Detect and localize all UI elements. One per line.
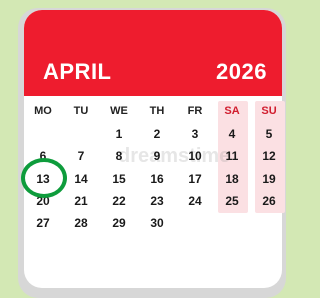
day-cell-7[interactable]: 7 <box>69 149 93 163</box>
calendar-header: APRIL 2026 <box>24 10 282 96</box>
day-cell-24[interactable]: 24 <box>183 194 207 208</box>
day-cell-19[interactable]: 19 <box>257 172 281 186</box>
day-cell-26[interactable]: 26 <box>257 194 281 208</box>
day-cell-2[interactable]: 2 <box>145 127 169 141</box>
day-cell-8[interactable]: 8 <box>107 149 131 163</box>
highlight-circle <box>21 158 67 198</box>
day-cell-27[interactable]: 27 <box>31 216 55 230</box>
weekday-header-th: TH <box>149 105 165 117</box>
day-cell-5[interactable]: 5 <box>257 127 281 141</box>
day-cell-10[interactable]: 10 <box>183 149 207 163</box>
day-cell-3[interactable]: 3 <box>183 127 207 141</box>
weekday-header-we: WE <box>110 105 128 117</box>
weekday-header-fr: FR <box>187 105 203 117</box>
day-cell-25[interactable]: 25 <box>220 194 244 208</box>
day-cell-30[interactable]: 30 <box>145 216 169 230</box>
day-cell-4[interactable]: 4 <box>220 127 244 141</box>
day-cell-14[interactable]: 14 <box>69 172 93 186</box>
day-cell-17[interactable]: 17 <box>183 172 207 186</box>
day-cell-11[interactable]: 11 <box>220 149 244 163</box>
weekday-header-tu: TU <box>73 105 89 117</box>
month-label: APRIL <box>43 59 112 84</box>
watermark: dreamstime <box>118 145 231 167</box>
day-cell-21[interactable]: 21 <box>69 194 93 208</box>
day-cell-23[interactable]: 23 <box>145 194 169 208</box>
day-cell-9[interactable]: 9 <box>145 149 169 163</box>
year-label: 2026 <box>216 59 267 84</box>
day-cell-12[interactable]: 12 <box>257 149 281 163</box>
day-cell-15[interactable]: 15 <box>107 172 131 186</box>
weekday-header-mo: MO <box>34 105 52 117</box>
day-cell-22[interactable]: 22 <box>107 194 131 208</box>
day-cell-18[interactable]: 18 <box>220 172 244 186</box>
day-cell-29[interactable]: 29 <box>107 216 131 230</box>
day-cell-28[interactable]: 28 <box>69 216 93 230</box>
weekday-header-sa: SA <box>224 105 240 117</box>
weekday-header-su: SU <box>261 105 277 117</box>
day-cell-1[interactable]: 1 <box>107 127 131 141</box>
day-cell-16[interactable]: 16 <box>145 172 169 186</box>
